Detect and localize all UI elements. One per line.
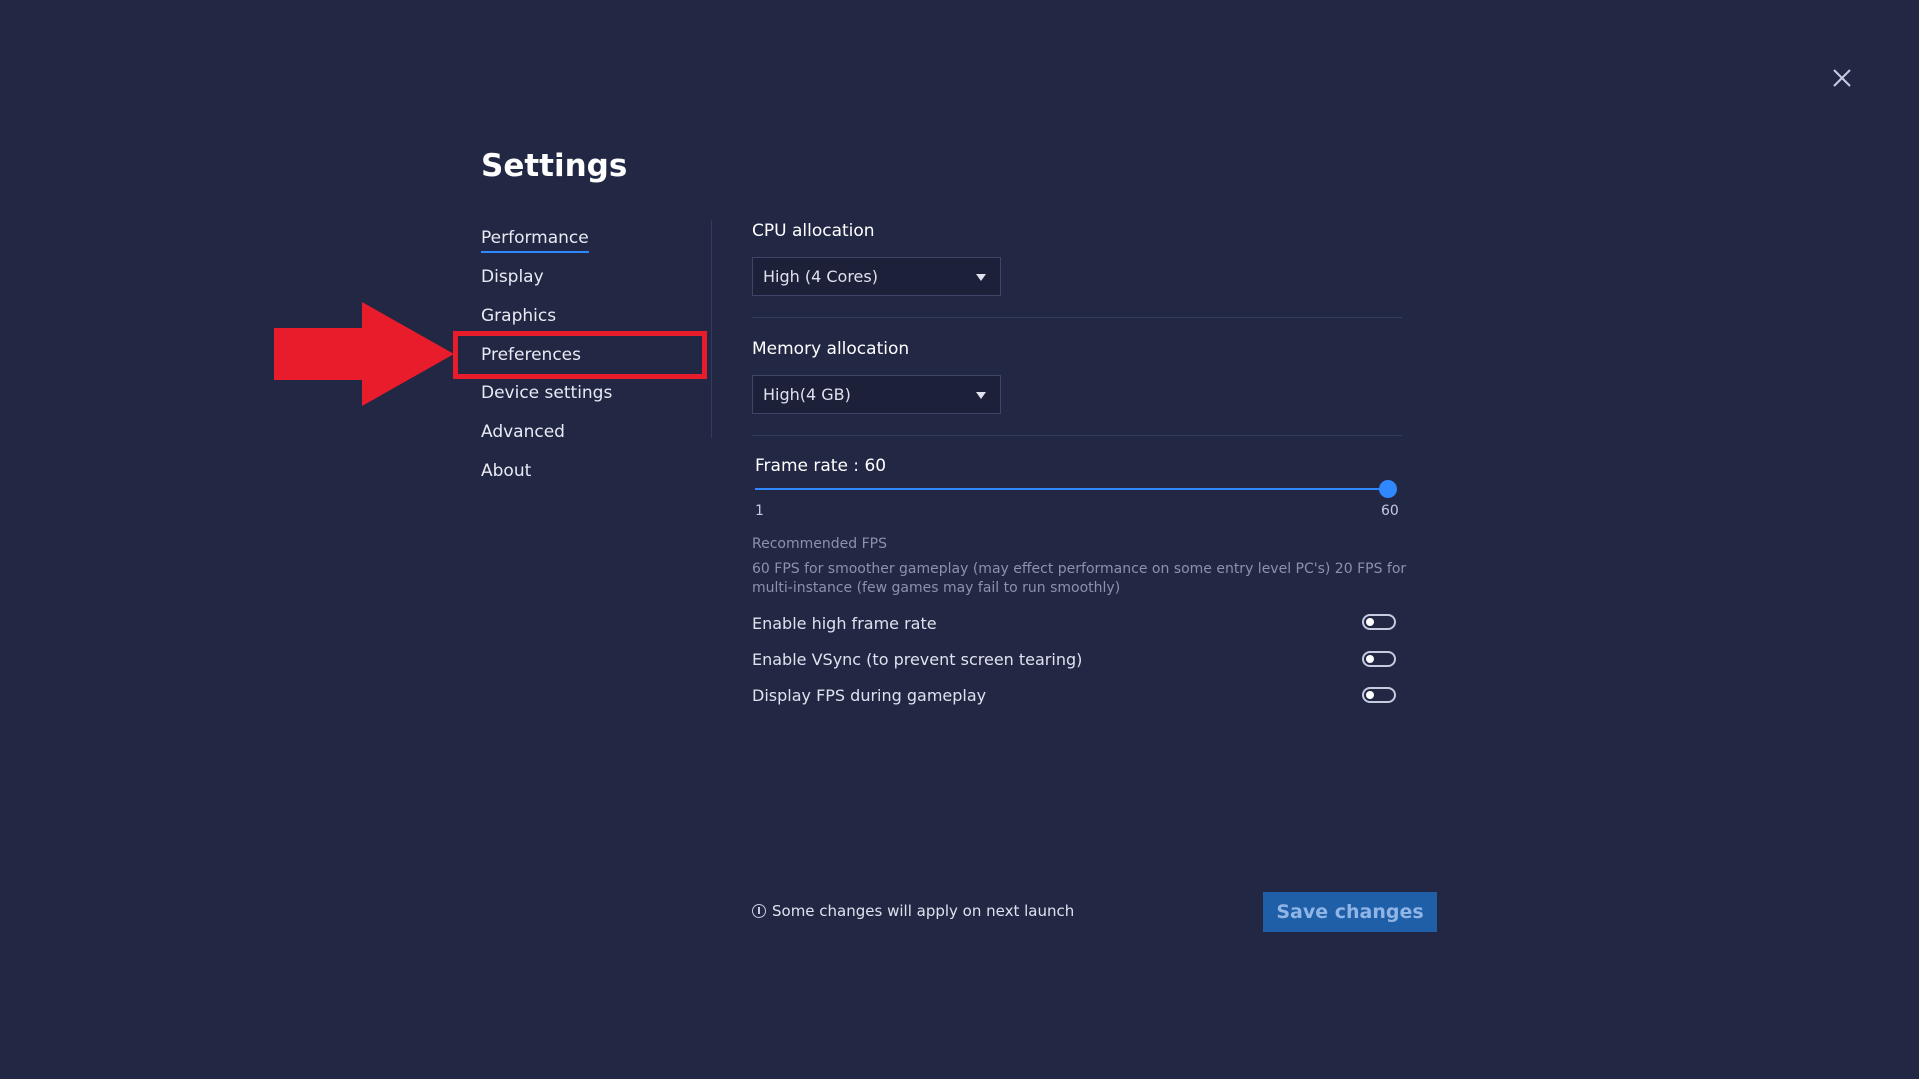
frame-rate-slider-track[interactable] (755, 488, 1389, 490)
save-changes-button[interactable]: Save changes (1263, 892, 1437, 932)
close-button[interactable] (1828, 64, 1856, 92)
nav-item-about[interactable]: About (481, 461, 531, 481)
slider-max-label: 60 (1381, 503, 1399, 519)
chevron-down-icon (976, 274, 986, 281)
slider-min-label: 1 (755, 503, 764, 519)
memory-allocation-select[interactable]: High(4 GB) (752, 375, 1001, 414)
memory-allocation-label: Memory allocation (752, 339, 910, 359)
cpu-allocation-select[interactable]: High (4 Cores) (752, 257, 1001, 296)
frame-rate-label: Frame rate : 60 (755, 456, 887, 476)
memory-allocation-value: High(4 GB) (763, 385, 851, 404)
restart-notice: Some changes will apply on next launch (772, 902, 1075, 920)
recommended-fps-title: Recommended FPS (752, 536, 887, 552)
chevron-down-icon (976, 392, 986, 399)
close-icon (1833, 69, 1851, 87)
vsync-label: Enable VSync (to prevent screen tearing) (752, 650, 1083, 669)
toggle-knob (1366, 618, 1374, 626)
divider (752, 317, 1402, 318)
frame-rate-slider-thumb[interactable] (1379, 480, 1397, 498)
toggle-knob (1366, 655, 1374, 663)
page-title: Settings (481, 148, 628, 184)
nav-item-preferences[interactable]: Preferences (481, 345, 581, 365)
nav-item-display[interactable]: Display (481, 267, 544, 287)
cpu-allocation-label: CPU allocation (752, 221, 875, 241)
nav-item-device-settings[interactable]: Device settings (481, 383, 612, 403)
arrow-icon (274, 302, 454, 406)
info-icon (752, 904, 766, 918)
toggle-knob (1366, 691, 1374, 699)
nav-item-advanced[interactable]: Advanced (481, 422, 565, 442)
nav-item-graphics[interactable]: Graphics (481, 306, 556, 326)
high-frame-rate-label: Enable high frame rate (752, 614, 937, 633)
nav-item-performance[interactable]: Performance (481, 228, 589, 253)
recommended-fps-text: 60 FPS for smoother gameplay (may effect… (752, 561, 1407, 596)
display-fps-toggle[interactable] (1362, 687, 1396, 703)
high-frame-rate-toggle[interactable] (1362, 614, 1396, 630)
vsync-toggle[interactable] (1362, 651, 1396, 667)
cpu-allocation-value: High (4 Cores) (763, 267, 878, 286)
display-fps-label: Display FPS during gameplay (752, 686, 987, 705)
nav-divider (711, 220, 712, 438)
divider (752, 435, 1402, 436)
